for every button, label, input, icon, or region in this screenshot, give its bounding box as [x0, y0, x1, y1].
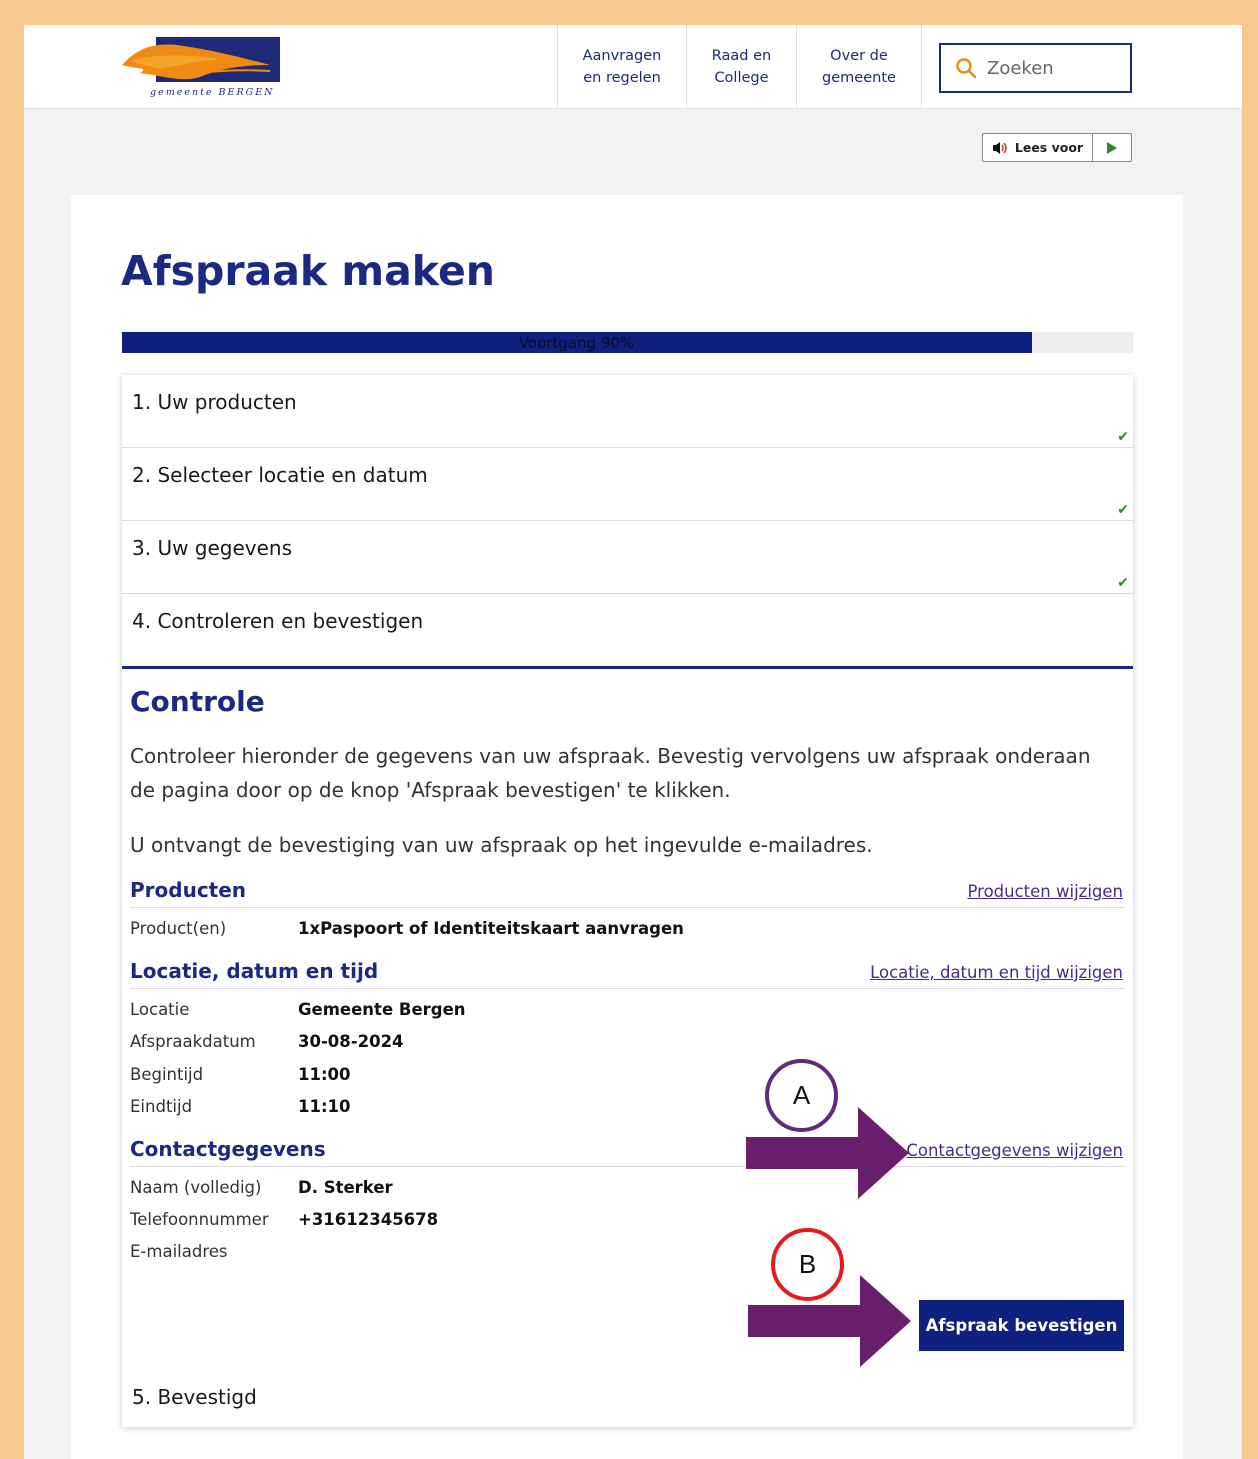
detail-row: Locatie Gemeente Bergen — [130, 1000, 1125, 1024]
step-label: 1. Uw producten — [132, 390, 297, 414]
nav-label-line: College — [714, 70, 769, 86]
confirm-appointment-button[interactable]: Afspraak bevestigen — [919, 1300, 1124, 1351]
step-label: 3. Uw gegevens — [132, 536, 293, 560]
detail-value: 1xPaspoort of Identiteitskaart aanvragen — [298, 919, 684, 938]
detail-value: +31612345678 — [298, 1210, 439, 1229]
step-label: 4. Controleren en bevestigen — [132, 609, 424, 633]
nav-label-line: Aanvragen — [582, 48, 662, 64]
detail-value: D. Sterker — [298, 1178, 393, 1197]
detail-label: E-mailadres — [130, 1242, 228, 1261]
nav-label-line: Over de — [830, 48, 888, 64]
nav-label-line: en regelen — [583, 70, 661, 86]
detail-value: 30-08-2024 — [298, 1032, 404, 1051]
step-selecteer-locatie[interactable]: 2. Selecteer locatie en datum ✔ — [122, 448, 1133, 521]
controle-heading: Controle — [130, 685, 265, 718]
location-title: Locatie, datum en tijd — [130, 959, 379, 983]
browser-page: gemeente BERGEN Aanvragen en regelen Raad… — [24, 25, 1242, 1459]
speaker-icon — [992, 141, 1007, 154]
email-note: U ontvangt de bevestiging van uw afspraa… — [130, 833, 873, 857]
detail-label: Afspraakdatum — [130, 1032, 256, 1051]
checkmark-icon: ✔ — [1117, 429, 1129, 445]
search-input[interactable] — [987, 55, 1117, 81]
controle-intro: Controleer hieronder de gegevens van uw … — [130, 744, 1091, 802]
edit-location-link[interactable]: Locatie, datum en tijd wijzigen — [870, 963, 1123, 982]
detail-row: E-mailadres — [130, 1242, 1125, 1266]
detail-label: Locatie — [130, 1000, 190, 1019]
steps-panel: 1. Uw producten ✔ 2. Selecteer locatie e… — [122, 375, 1133, 1427]
edit-contact-link[interactable]: Contactgegevens wijzigen — [906, 1141, 1123, 1160]
play-icon — [1107, 141, 1117, 154]
detail-row: Begintijd 11:00 — [130, 1065, 1125, 1089]
checkmark-icon: ✔ — [1117, 502, 1129, 518]
read-aloud-widget[interactable]: Lees voor — [982, 133, 1132, 162]
nav-over-de-gemeente[interactable]: Over de gemeente — [796, 25, 921, 109]
detail-value: 11:10 — [298, 1097, 351, 1116]
annotation-marker-b: B — [771, 1228, 844, 1301]
contact-title: Contactgegevens — [130, 1137, 326, 1161]
search-box[interactable] — [939, 43, 1132, 93]
detail-label: Product(en) — [130, 919, 227, 938]
products-section-header: Producten Producten wijzigen — [130, 878, 1125, 908]
site-header: gemeente BERGEN Aanvragen en regelen Raad… — [24, 25, 1242, 109]
detail-label: Naam (volledig) — [130, 1178, 262, 1197]
step-controleren-en-bevestigen: 4. Controleren en bevestigen — [122, 594, 1133, 669]
checkmark-icon: ✔ — [1117, 575, 1129, 591]
detail-row: Telefoonnummer +31612345678 — [130, 1210, 1125, 1234]
detail-value: 11:00 — [298, 1065, 351, 1084]
detail-label: Eindtijd — [130, 1097, 193, 1116]
read-aloud-button[interactable]: Lees voor — [983, 134, 1093, 161]
nav-aanvragen-en-regelen[interactable]: Aanvragen en regelen — [557, 25, 686, 109]
nav-label-line: Raad en — [711, 48, 772, 64]
annotation-marker-a: A — [765, 1059, 838, 1132]
nav-label-line: gemeente — [822, 70, 896, 86]
step-label: 2. Selecteer locatie en datum — [132, 463, 428, 487]
step-uw-gegevens[interactable]: 3. Uw gegevens ✔ — [122, 521, 1133, 594]
products-title: Producten — [130, 878, 247, 902]
detail-row: Product(en) 1xPaspoort of Identiteitskaa… — [130, 919, 1125, 943]
detail-row: Eindtijd 11:10 — [130, 1097, 1125, 1121]
main-content: Afspraak maken Voortgang 90% 1. Uw produ… — [71, 195, 1183, 1459]
search-icon — [956, 58, 977, 79]
contact-section-header: Contactgegevens Contactgegevens wijzigen — [130, 1137, 1125, 1167]
read-aloud-label: Lees voor — [1014, 140, 1084, 155]
edit-products-link[interactable]: Producten wijzigen — [968, 882, 1124, 901]
step-uw-producten[interactable]: 1. Uw producten ✔ — [122, 375, 1133, 448]
nav-divider — [921, 25, 922, 109]
gemeente-bergen-logo[interactable]: gemeente BERGEN — [120, 35, 290, 101]
play-button[interactable] — [1093, 134, 1131, 161]
nav-raad-en-college[interactable]: Raad en College — [686, 25, 796, 109]
page-title: Afspraak maken — [121, 247, 495, 295]
progress-bar: Voortgang 90% — [122, 332, 1133, 353]
logo-text: gemeente BERGEN — [150, 87, 275, 98]
detail-row: Naam (volledig) D. Sterker — [130, 1178, 1125, 1202]
detail-row: Afspraakdatum 30-08-2024 — [130, 1032, 1125, 1056]
progress-label: Voortgang 90% — [518, 334, 635, 352]
detail-label: Telefoonnummer — [130, 1210, 269, 1229]
detail-value: Gemeente Bergen — [298, 1000, 466, 1019]
detail-label: Begintijd — [130, 1065, 204, 1084]
step-bevestigd: 5. Bevestigd — [132, 1385, 257, 1409]
location-section-header: Locatie, datum en tijd Locatie, datum en… — [130, 959, 1125, 989]
